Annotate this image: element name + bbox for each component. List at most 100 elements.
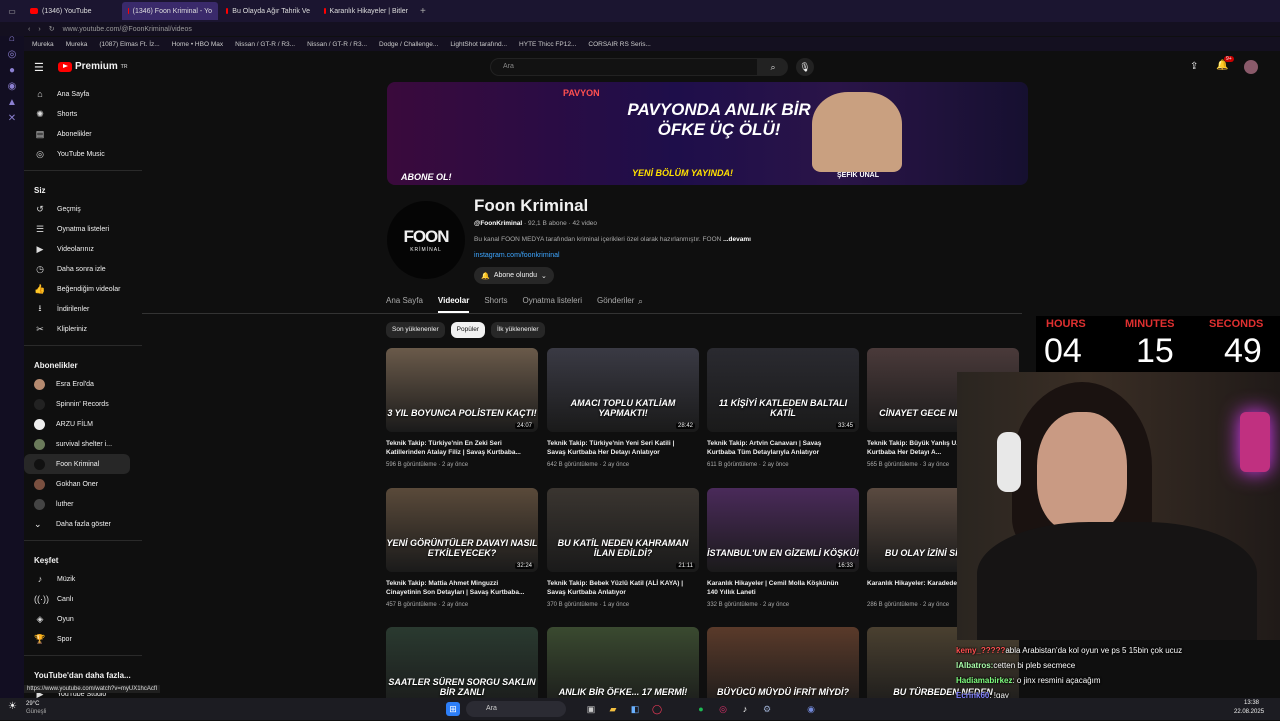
avatar[interactable] — [1244, 60, 1258, 74]
channel-description[interactable]: Bu kanal FOON MEDYA tarafından kriminal … — [474, 236, 751, 243]
store-icon[interactable]: ◧ — [628, 702, 642, 716]
sidebar-item-subs[interactable]: survival shelter i... — [24, 434, 142, 454]
sidebar-item-you[interactable]: ⭳ İndirilenler — [24, 299, 142, 319]
bookmark-item[interactable]: Nissan / GT-R / R3... — [307, 41, 367, 48]
sidebar-item-main[interactable]: ✺ Shorts — [24, 104, 142, 124]
bookmark-item[interactable]: (1087) Elmas Ft. İz... — [99, 41, 159, 48]
browser-tab[interactable]: Karanlık Hikayeler | Bitler — [318, 2, 414, 20]
whatsapp-icon[interactable]: ● — [6, 64, 18, 76]
sidebar-section-you[interactable]: Siz — [24, 177, 142, 199]
sidebar-item-subs[interactable]: Foon Kriminal — [24, 454, 130, 474]
browser-tab[interactable]: (1346) Foon Kriminal - Yo — [122, 2, 218, 20]
mic-icon[interactable]: 🎙 — [796, 58, 814, 76]
video-card[interactable]: AMACI TOPLU KATLİAM YAPMAKTI! 28:42 Teknik… — [547, 348, 699, 468]
tab-oynatma-listeleri[interactable]: Oynatma listeleri — [522, 296, 582, 313]
task-view-icon[interactable]: ▣ — [584, 702, 598, 716]
messenger-icon[interactable]: ◉ — [6, 80, 18, 92]
sidebar-item-subs[interactable]: ARZU FİLM — [24, 414, 142, 434]
weather-icon[interactable]: ☀ — [8, 701, 17, 712]
tab-shorts[interactable]: Shorts — [484, 296, 507, 313]
bookmark-item[interactable]: LightShot tarafınd... — [450, 41, 507, 48]
video-card[interactable]: 3 YIL BOYUNCA POLİSTEN KAÇTI! 24:07 Teknik… — [386, 348, 538, 468]
tab-menu-icon[interactable]: ▭ — [0, 7, 24, 16]
instagram-icon[interactable]: ◎ — [716, 702, 730, 716]
sidebar-section-more[interactable]: YouTube'dan daha fazla... — [24, 662, 142, 684]
sort-chip[interactable]: Son yüklenenler — [386, 322, 445, 338]
sidebar-item-you[interactable]: ↺ Geçmiş — [24, 199, 142, 219]
bookmark-item[interactable]: Dodge / Challenge... — [379, 41, 438, 48]
upload-icon[interactable]: ⇪ — [1190, 61, 1198, 72]
sidebar-item-you[interactable]: ◷ Daha sonra izle — [24, 259, 142, 279]
video-title[interactable]: Karanlık Hikayeler | Cemil Molla Köşkünü… — [707, 579, 859, 599]
bookmark-item[interactable]: HYTE Thicc FP12... — [519, 41, 576, 48]
video-thumbnail[interactable]: BU KATİL NEDEN KAHRAMAN İLAN EDİLDİ? 21:1… — [547, 488, 699, 572]
channel-search-icon[interactable]: ⌕ — [638, 296, 643, 307]
video-thumbnail[interactable]: 11 KİŞİYİ KATLEDEN BALTALI KATİL 33:45 — [707, 348, 859, 432]
sidebar-item-explore[interactable]: ♪ Müzik — [24, 569, 142, 589]
video-card[interactable]: 11 KİŞİYİ KATLEDEN BALTALI KATİL 33:45 Tek… — [707, 348, 859, 468]
taskbar-search[interactable]: Ara — [466, 701, 566, 717]
sidebar-item-explore[interactable]: 🏆 Spor — [24, 629, 142, 649]
address-bar[interactable]: ‹ › ↻ www.youtube.com/@FoonKriminal/vide… — [0, 22, 1280, 36]
spotify-icon[interactable]: ● — [694, 702, 708, 716]
sort-chip[interactable]: Popüler — [450, 322, 486, 338]
reload-icon[interactable]: ↻ — [49, 25, 55, 33]
bookmark-item[interactable]: Home • HBO Max — [172, 41, 223, 48]
subscribed-button[interactable]: 🔔 Abone olundu ⌄ — [474, 267, 554, 284]
sidebar-item-subs[interactable]: Esra Erol'da — [24, 374, 142, 394]
steam-icon[interactable]: ⚙ — [760, 702, 774, 716]
file-explorer-icon[interactable]: ▰ — [606, 702, 620, 716]
sidebar-item-you[interactable]: ▶ Videolarınız — [24, 239, 142, 259]
bookmark-item[interactable]: CORSAIR RS Seris... — [588, 41, 650, 48]
sort-chip[interactable]: İlk yüklenenler — [491, 322, 545, 338]
tab-gönderiler[interactable]: Gönderiler — [597, 296, 634, 313]
sidebar-section-explore[interactable]: Keşfet — [24, 547, 142, 569]
tab-videolar[interactable]: Videolar — [437, 296, 470, 313]
bookmark-item[interactable]: Nissan / GT-R / R3... — [235, 41, 295, 48]
video-card[interactable]: BU KATİL NEDEN KAHRAMAN İLAN EDİLDİ? 21:1… — [547, 488, 699, 608]
sidebar-item-subs[interactable]: ⌄ Daha fazla göster — [24, 514, 142, 534]
tab-ana-sayfa[interactable]: Ana Sayfa — [386, 296, 423, 313]
video-title[interactable]: Teknik Takip: Türkiye'nin En Zeki Seri K… — [386, 439, 538, 459]
sidebar-item-you[interactable]: ☰ Oynatma listeleri — [24, 219, 142, 239]
forward-icon[interactable]: › — [38, 26, 40, 33]
video-title[interactable]: Teknik Takip: Türkiye'nin Yeni Seri Kati… — [547, 439, 699, 459]
hamburger-icon[interactable]: ☰ — [34, 61, 44, 74]
sidebar-item-subs[interactable]: luther — [24, 494, 142, 514]
video-thumbnail[interactable]: İSTANBUL'UN EN GİZEMLİ KÖŞKÜ! 16:33 — [707, 488, 859, 572]
sidebar-item-explore[interactable]: ((·)) Canlı — [24, 589, 142, 609]
video-title[interactable]: Teknik Takip: Bebek Yüzlü Katil (ALİ KAY… — [547, 579, 699, 599]
youtube-logo[interactable]: Premium TR — [58, 61, 127, 72]
channel-avatar[interactable]: FOON KRİMİNAL — [387, 201, 465, 279]
sidebar-item-subs[interactable]: Gokhan Oner — [24, 474, 142, 494]
new-tab-icon[interactable]: + — [420, 6, 426, 17]
channel-link[interactable]: instagram.com/foonkriminal — [474, 252, 560, 259]
sidebar-item-you[interactable]: 👍 Beğendiğim videolar — [24, 279, 142, 299]
search-input[interactable]: Ara — [490, 58, 758, 76]
video-thumbnail[interactable]: 3 YIL BOYUNCA POLİSTEN KAÇTI! 24:07 — [386, 348, 538, 432]
sidebar-item-subs[interactable]: Spinnin' Records — [24, 394, 142, 414]
tiktok-icon[interactable]: ♪ — [738, 702, 752, 716]
video-card[interactable]: YENİ GÖRÜNTÜLER DAVAYI NASIL ETKİLEYECEK… — [386, 488, 538, 608]
browser-tab[interactable]: Bu Olayda Ağır Tahrik Ve — [220, 2, 316, 20]
video-card[interactable]: İSTANBUL'UN EN GİZEMLİ KÖŞKÜ! 16:33 Karanl… — [707, 488, 859, 608]
video-thumbnail[interactable]: YENİ GÖRÜNTÜLER DAVAYI NASIL ETKİLEYECEK… — [386, 488, 538, 572]
video-title[interactable]: Teknik Takip: Mattia Ahmet Minguzzi Cina… — [386, 579, 538, 599]
start-icon[interactable]: ⊞ — [446, 702, 460, 716]
sidebar-item-explore[interactable]: ◈ Oyun — [24, 609, 142, 629]
sidebar-item-main[interactable]: ▤ Abonelikler — [24, 124, 142, 144]
video-thumbnail[interactable]: AMACI TOPLU KATLİAM YAPMAKTI! 28:42 — [547, 348, 699, 432]
sidebar-item-main[interactable]: ◎ YouTube Music — [24, 144, 142, 164]
back-icon[interactable]: ‹ — [28, 26, 30, 33]
bookmark-item[interactable]: Mureka — [66, 41, 88, 48]
discord-icon[interactable]: ◉ — [804, 702, 818, 716]
sidebar-item-main[interactable]: ⌂ Ana Sayfa — [24, 84, 142, 104]
sidebar-item-you[interactable]: ✂ Klipleriniz — [24, 319, 142, 339]
sidebar-section-subs[interactable]: Abonelikler — [24, 352, 142, 374]
video-title[interactable]: Teknik Takip: Artvin Canavarı | Savaş Ku… — [707, 439, 859, 459]
x-icon[interactable]: ✕ — [6, 112, 18, 124]
browser-tab[interactable]: (1346) YouTube — [24, 2, 120, 20]
search-icon[interactable]: ⌕ — [758, 58, 788, 76]
twitch-icon[interactable]: ▲ — [6, 96, 18, 108]
url-text[interactable]: www.youtube.com/@FoonKriminal/videos — [63, 26, 192, 33]
